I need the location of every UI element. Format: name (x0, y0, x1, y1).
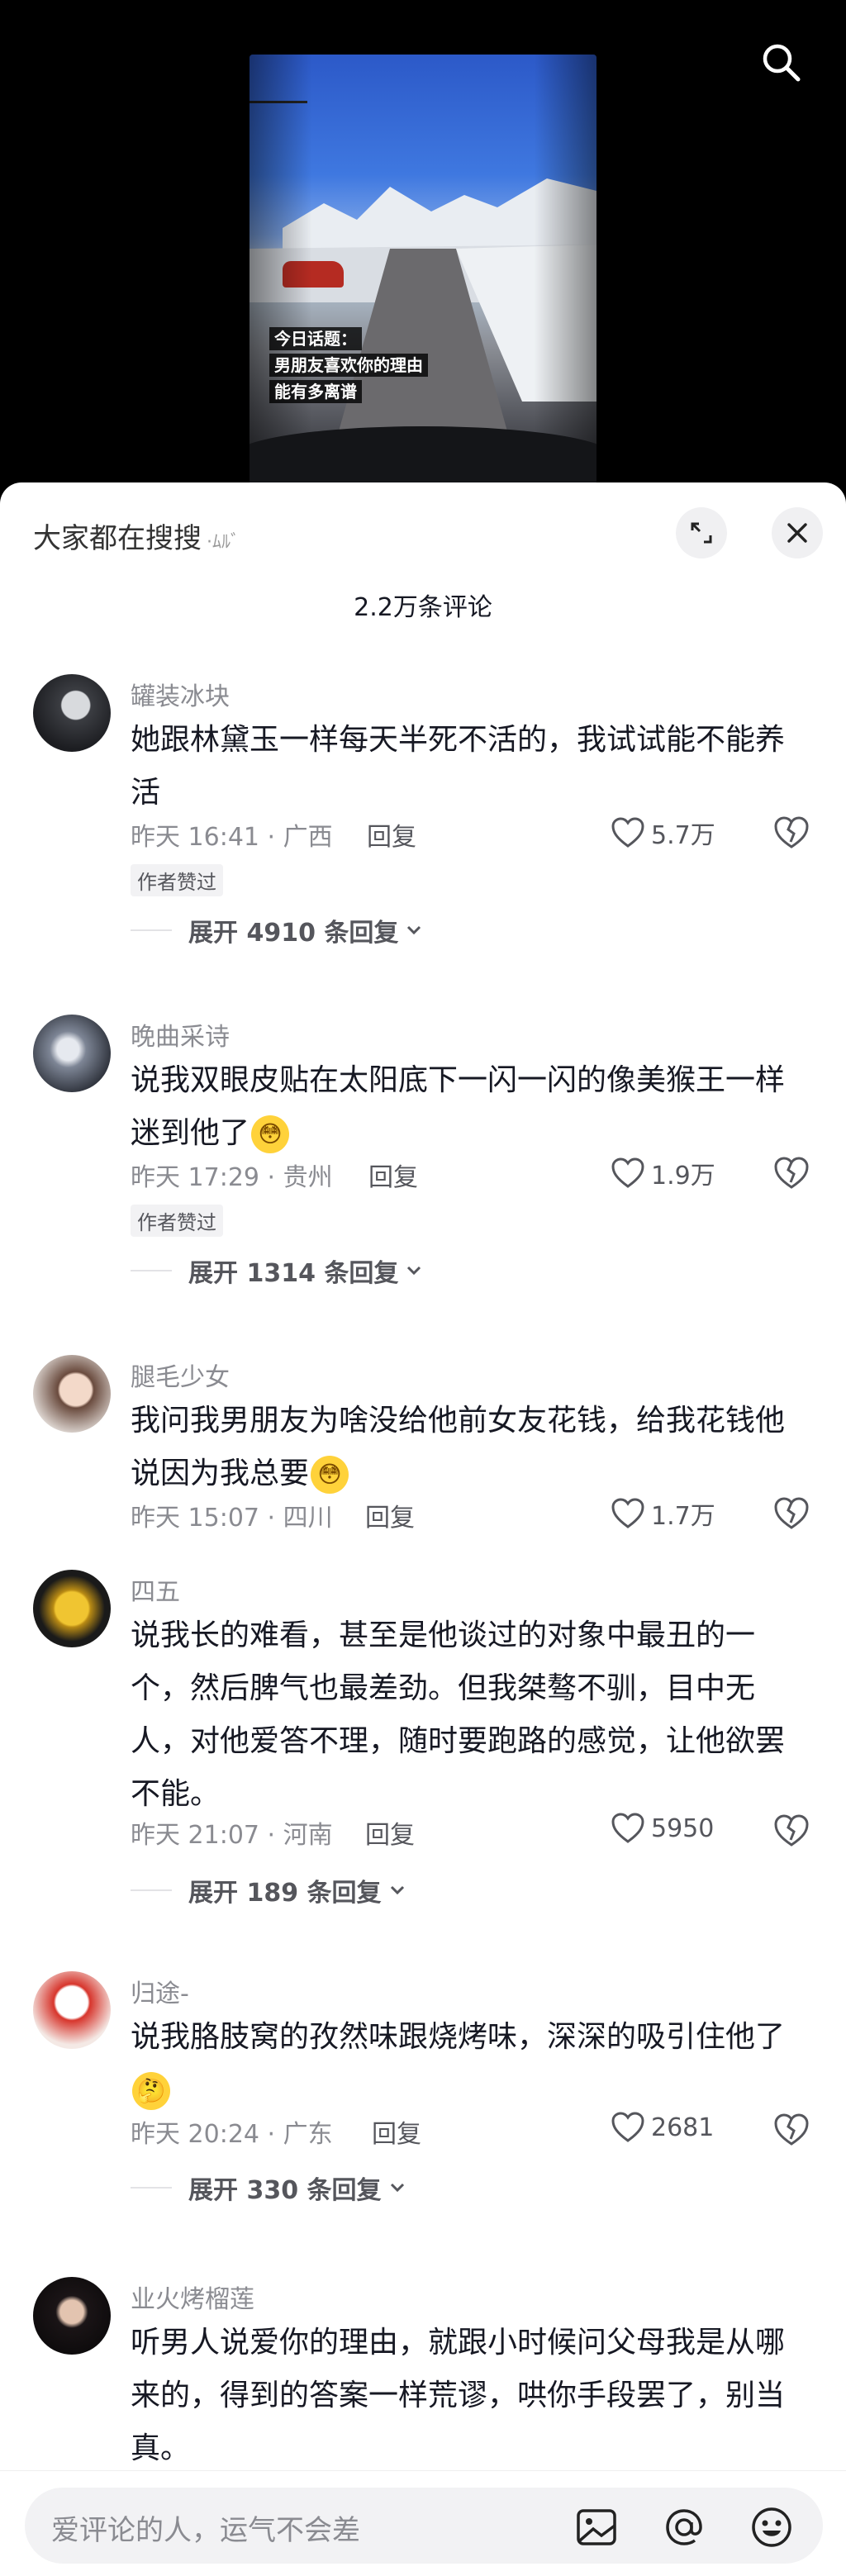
dislike-icon[interactable] (773, 1157, 810, 1193)
comment-username[interactable]: 业火烤榴莲 (131, 2279, 254, 2315)
sheet-title[interactable]: 大家都在搜搜 ·ﾑﾙﾞ (33, 516, 240, 556)
reply-button[interactable]: 回复 (365, 1497, 415, 1533)
comment-time-location: 昨天 15:07 · 四川 (131, 1504, 333, 1533)
expand-replies-button[interactable]: 展开 189 条回复 (131, 1872, 408, 1908)
image-icon[interactable] (573, 2504, 620, 2550)
video-frame: 今日话题： 男朋友喜欢你的理由 能有多离谱 (250, 55, 596, 482)
comment-time-location: 昨天 16:41 · 广西 (131, 823, 333, 852)
like-count: 1.7万 (651, 1502, 715, 1531)
comment-username[interactable]: 罐装冰块 (131, 676, 230, 712)
topic-line-3: 能有多离谱 (269, 380, 362, 403)
search-icon[interactable] (760, 41, 801, 83)
author-liked-tag: 作者赞过 (131, 1205, 223, 1237)
comment-username[interactable]: 腿毛少女 (131, 1357, 230, 1393)
like-button[interactable]: 5950 (611, 1813, 714, 1844)
expand-replies-label: 展开 189 条回复 (188, 1879, 382, 1908)
close-icon[interactable] (772, 507, 823, 558)
comment-text[interactable]: 说我长的难看，甚至是他谈过的对象中最丑的一个，然后脾气也最差劲。但我桀骜不驯，目… (131, 1609, 800, 1821)
comment-text[interactable]: 听男人说爱你的理由，就跟小时候问父母我是从哪来的，得到的答案一样荒谬，哄你手段罢… (131, 2317, 800, 2475)
avatar[interactable] (33, 1570, 111, 1647)
reply-button[interactable]: 回复 (367, 816, 416, 853)
heart-icon (611, 817, 644, 848)
like-count: 5.7万 (651, 821, 715, 850)
like-button[interactable]: 2681 (611, 2112, 714, 2143)
avatar[interactable] (33, 674, 111, 752)
avatar[interactable] (33, 2277, 111, 2355)
expand-replies-button[interactable]: 展开 4910 条回复 (131, 912, 425, 948)
comment-sheet: 大家都在搜搜 ·ﾑﾙﾞ 2.2万条评论 罐装冰块 她跟林黛玉一样每天半死不活的，我… (0, 482, 846, 2575)
expand-replies-label: 展开 4910 条回复 (188, 919, 399, 948)
comment-count: 2.2万条评论 (354, 593, 492, 622)
divider (131, 929, 172, 931)
topic-overlay: 今日话题： 男朋友喜欢你的理由 能有多离谱 (269, 327, 428, 406)
comment-text[interactable]: 我问我男朋友为啥没给他前女友花钱，给我花钱他说因为我总要 😳 (131, 1395, 800, 1500)
chevron-down-icon (407, 925, 421, 935)
reply-button[interactable]: 回复 (368, 1157, 418, 1193)
avatar[interactable] (33, 1355, 111, 1433)
expand-replies-label: 展开 1314 条回复 (188, 1259, 399, 1288)
like-count: 5950 (651, 1813, 715, 1843)
comment-username[interactable]: 归途- (131, 1973, 189, 2009)
dislike-icon[interactable] (773, 816, 810, 853)
heart-icon (611, 1157, 644, 1188)
avatar[interactable] (33, 1015, 111, 1092)
comment-text[interactable]: 说我双眼皮贴在太阳底下一闪一闪的像美猴王一样迷到他了 😳 (131, 1054, 800, 1160)
dislike-icon[interactable] (773, 2113, 810, 2150)
avatar[interactable] (33, 1971, 111, 2049)
divider (131, 1270, 172, 1271)
comment-input[interactable]: 爱评论的人，运气不会差 (25, 2488, 823, 2564)
sheet-title-suffix: ·ﾑﾙﾞ (207, 532, 240, 553)
divider (131, 2187, 172, 2189)
chevron-down-icon (390, 1885, 404, 1895)
heart-icon (611, 1498, 644, 1528)
dislike-icon[interactable] (773, 1497, 810, 1533)
like-button[interactable]: 5.7万 (611, 815, 715, 851)
comment-time-location: 昨天 21:07 · 河南 (131, 1821, 333, 1850)
like-count: 2681 (651, 2113, 715, 2142)
like-button[interactable]: 1.9万 (611, 1155, 715, 1191)
chevron-down-icon (407, 1266, 421, 1276)
reply-button[interactable]: 回复 (372, 2113, 421, 2150)
comment-text-content: 我问我男朋友为啥没给他前女友花钱，给我花钱他说因为我总要 (131, 1404, 786, 1490)
comment-text[interactable]: 她跟林黛玉一样每天半死不活的，我试试能不能养活 (131, 714, 800, 820)
emoji-flushed: 😳 (251, 1115, 290, 1153)
divider (131, 1889, 172, 1891)
sheet-title-text: 大家都在搜搜 (33, 522, 202, 555)
emoji-thinking: 🤔 (132, 2072, 170, 2110)
topic-line-1: 今日话题： (269, 327, 362, 350)
dislike-icon[interactable] (773, 1814, 810, 1851)
comment-time-location: 昨天 20:24 · 广东 (131, 2120, 333, 2149)
comment-text[interactable]: 说我胳肢窝的孜然味跟烧烤味，深深的吸引住他了 🤔 (131, 2011, 800, 2117)
expand-replies-label: 展开 330 条回复 (188, 2176, 382, 2205)
comment-input-bar: 爱评论的人，运气不会差 (0, 2470, 846, 2576)
reply-button[interactable]: 回复 (365, 1814, 415, 1851)
mention-icon[interactable] (661, 2504, 707, 2550)
comment-input-placeholder: 爱评论的人，运气不会差 (51, 2514, 360, 2547)
comment-username[interactable]: 四五 (131, 1571, 180, 1608)
like-button[interactable]: 1.7万 (611, 1495, 715, 1532)
video-player[interactable]: 今日话题： 男朋友喜欢你的理由 能有多离谱 (0, 0, 846, 482)
comment-text-content: 说我双眼皮贴在太阳底下一闪一闪的像美猴王一样迷到他了 (131, 1063, 786, 1150)
emoji-picker-icon[interactable] (749, 2504, 795, 2550)
heart-icon (611, 2112, 644, 2142)
like-count: 1.9万 (651, 1162, 715, 1191)
heart-icon (611, 1813, 644, 1843)
author-liked-tag: 作者赞过 (131, 864, 223, 896)
comment-username[interactable]: 晚曲采诗 (131, 1016, 230, 1053)
expand-icon[interactable] (676, 507, 727, 558)
comment-text-content: 说我胳肢窝的孜然味跟烧烤味，深深的吸引住他了 (131, 2020, 786, 2054)
chevron-down-icon (390, 2183, 404, 2193)
comment-time-location: 昨天 17:29 · 贵州 (131, 1163, 333, 1192)
expand-replies-button[interactable]: 展开 330 条回复 (131, 2170, 408, 2206)
topic-line-2: 男朋友喜欢你的理由 (269, 354, 428, 377)
emoji-flushed: 😳 (311, 1456, 349, 1494)
expand-replies-button[interactable]: 展开 1314 条回复 (131, 1252, 425, 1289)
